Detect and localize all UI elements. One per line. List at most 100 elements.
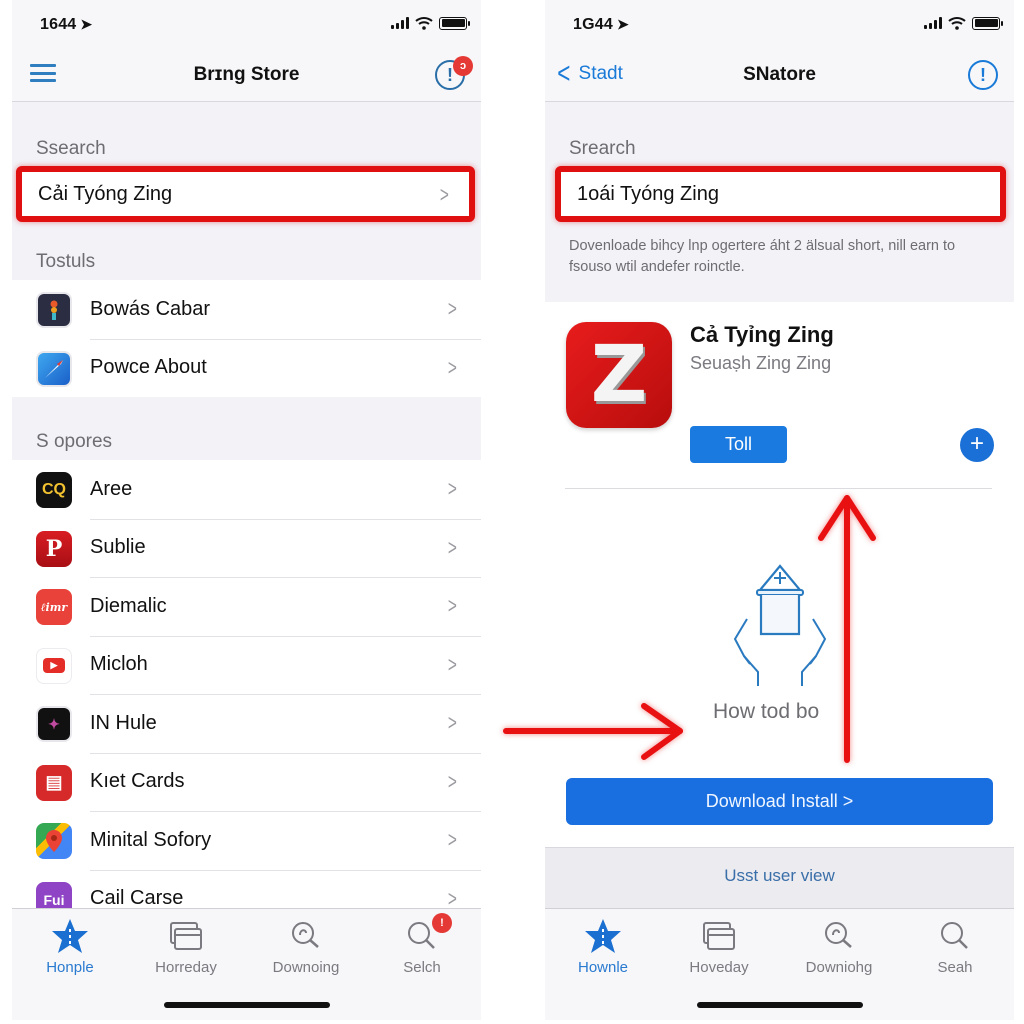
tab-bar: Honple Horreday Downoing ! Selch: [12, 908, 481, 1020]
wifi-icon: [415, 17, 433, 30]
cards-stack-icon: [669, 915, 769, 957]
location-arrow-icon: ➤: [616, 16, 629, 32]
chevron-right-icon: >: [440, 182, 450, 207]
status-bar: 1644 ➤: [12, 0, 481, 50]
chevron-right-icon: >: [448, 593, 458, 619]
search-result-row[interactable]: 1oái Tyóng Zing: [555, 166, 1006, 222]
tab-label: Horreday: [155, 959, 217, 976]
app-name: Cả Tyỉng Zing: [690, 322, 834, 347]
tab-bar: Hownle Hoveday Downiohg Seah: [545, 908, 1014, 1020]
list-item-label: Cail Carse: [90, 887, 184, 910]
search-result-row[interactable]: Cải Tyóng Zing >: [16, 166, 475, 222]
status-bar: 1G44 ➤: [545, 0, 1014, 50]
cq-logo-icon: CQ: [36, 472, 72, 508]
get-button[interactable]: Toll: [690, 426, 787, 463]
tab-label: Downoing: [272, 959, 340, 976]
user-view-link[interactable]: Usst user view: [545, 848, 1014, 904]
tab-label: Seah: [937, 959, 973, 976]
head-search-icon: [256, 915, 356, 957]
illustration-caption: How tod bo: [713, 700, 820, 723]
section-header-search: Srearch: [569, 138, 636, 159]
location-arrow-icon: ➤: [80, 16, 93, 32]
search-result-label: 1oái Tyóng Zing: [577, 182, 719, 205]
list-item[interactable]: ▤ Kıet Cards >: [12, 752, 481, 812]
tab-home[interactable]: Honple: [20, 915, 120, 976]
list-item-label: Minital Sofory: [90, 828, 212, 851]
right-phone-screen: 1G44 ➤ < Stadt SNatore ! Srearch 1oái Tyó…: [545, 0, 1014, 1020]
supports-list: CQ Aree > P Sublie > ℓimr Diemalic > ▶ M…: [12, 460, 481, 918]
traffic-light-icon: [36, 292, 72, 328]
cellular-signal-icon: [924, 17, 942, 29]
tab-horreday[interactable]: Horreday: [136, 915, 236, 976]
magnifier-icon: !: [372, 913, 472, 957]
list-item-label: Bowás Cabar: [90, 297, 211, 320]
home-indicator[interactable]: [696, 1002, 863, 1008]
list-item[interactable]: ✦ IN Hule >: [12, 694, 481, 753]
tab-search[interactable]: ! Selch: [372, 913, 472, 976]
list-item-label: Powce About: [90, 356, 207, 379]
chevron-right-icon: >: [448, 710, 458, 736]
wifi-icon: [948, 17, 966, 30]
dark-app-icon: ✦: [36, 706, 72, 742]
tab-hoveday[interactable]: Hoveday: [669, 915, 769, 976]
tools-list: Bowás Cabar > Powce About >: [12, 280, 481, 397]
tab-home[interactable]: Hownle: [553, 915, 653, 976]
tab-search[interactable]: Seah: [905, 915, 1005, 976]
list-item[interactable]: ℓimr Diemalic >: [12, 577, 481, 636]
battery-icon: [972, 16, 1003, 30]
status-time: 1G44: [573, 16, 613, 33]
list-item-label: Diemalic: [90, 594, 167, 617]
app-detail-card: Z Cả Tyỉng Zing Seuaṣh Zing Zing Toll + …: [545, 302, 1014, 907]
maps-pin-icon: [36, 823, 72, 859]
navigation-bar: < Stadt SNatore !: [545, 50, 1014, 102]
section-header-search: Ssearch: [36, 138, 106, 159]
tab-label: Hownle: [577, 959, 629, 976]
list-item[interactable]: Bowás Cabar >: [12, 280, 481, 339]
download-install-button[interactable]: Download Install >: [566, 778, 993, 825]
chevron-right-icon: >: [448, 651, 458, 677]
list-item-label: Micloh: [90, 653, 148, 676]
list-item[interactable]: Minital Sofory >: [12, 811, 481, 870]
list-item-label: Aree: [90, 477, 133, 500]
tab-label: Honple: [46, 959, 94, 976]
alert-button[interactable]: !: [968, 60, 998, 90]
card-tray-icon: ▤: [36, 764, 72, 801]
script-logo-icon: ℓimr: [36, 589, 72, 625]
left-phone-screen: 1644 ➤ Brɪng Store ! ↄ Ssearch Cải Tyóng …: [12, 0, 481, 1020]
cards-stack-icon: [136, 915, 236, 957]
list-item-label: Sublie: [90, 536, 146, 559]
description-text: Dovenloade bihcy lnp ogertere áht 2 älsu…: [569, 238, 956, 275]
tab-downloading[interactable]: Downoing: [256, 915, 356, 976]
alert-button[interactable]: ! ↄ: [435, 56, 473, 90]
home-indicator[interactable]: [163, 1002, 330, 1008]
chevron-right-icon: >: [448, 476, 458, 502]
battery-icon: [439, 16, 470, 30]
add-button[interactable]: +: [960, 428, 994, 462]
pinterest-icon: P: [36, 530, 72, 567]
tab-label: Downiohg: [805, 959, 873, 976]
hands-holding-box-illustration-icon: [733, 564, 827, 686]
notification-badge: !: [432, 913, 452, 933]
list-item[interactable]: Powce About >: [12, 338, 481, 398]
compass-icon: [36, 350, 72, 387]
navigation-bar: Brɪng Store ! ↄ: [12, 50, 481, 102]
youtube-play-icon: ▶: [36, 647, 72, 684]
tab-downloading[interactable]: Downiohg: [789, 915, 889, 976]
tab-label: Hoveday: [689, 959, 749, 976]
chevron-right-icon: >: [448, 296, 458, 322]
page-title: SNatore: [743, 64, 816, 85]
star-icon: [20, 915, 120, 957]
star-icon: [553, 915, 653, 957]
list-item-label: IN Hule: [90, 711, 157, 734]
list-item[interactable]: CQ Aree >: [12, 460, 481, 519]
list-item[interactable]: ▶ Micloh >: [12, 635, 481, 695]
magnifier-icon: [905, 915, 1005, 957]
status-time: 1644: [40, 16, 77, 33]
section-header-tools: Tostuls: [36, 251, 96, 272]
list-item-label: Kıet Cards: [90, 770, 185, 793]
chevron-right-icon: >: [448, 768, 458, 794]
head-search-icon: [789, 915, 889, 957]
list-item[interactable]: P Sublie >: [12, 518, 481, 578]
notification-badge: ↄ: [453, 56, 473, 76]
divider: [565, 488, 992, 489]
